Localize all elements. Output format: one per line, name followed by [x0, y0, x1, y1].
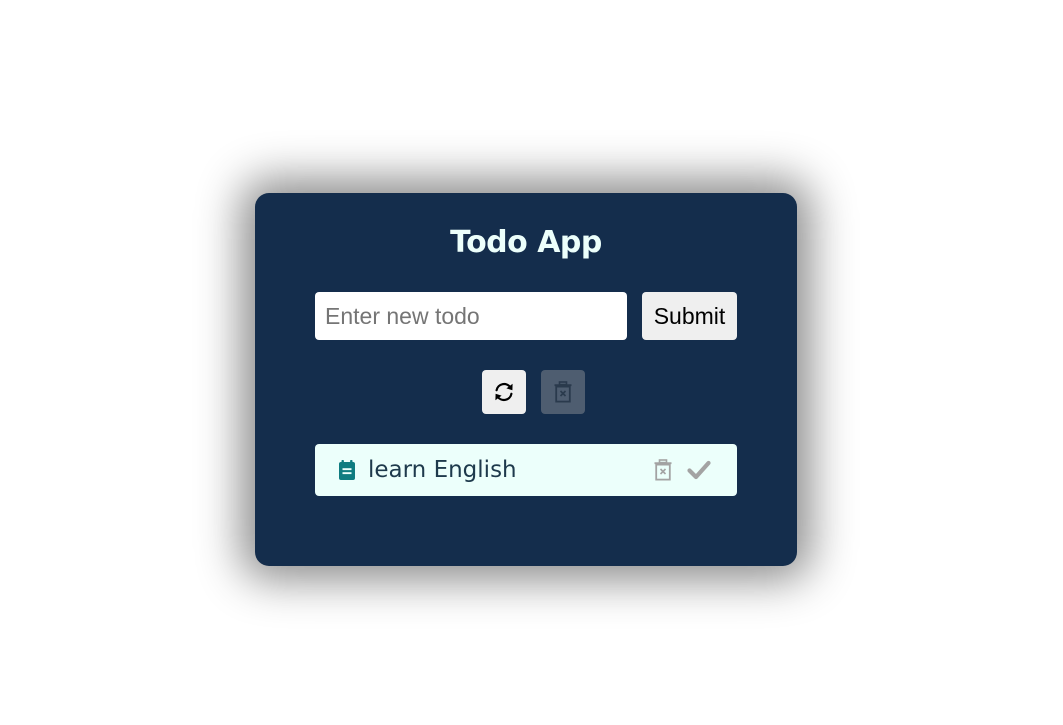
trash-x-icon[interactable]	[653, 459, 673, 481]
submit-button[interactable]: Submit	[642, 292, 737, 340]
refresh-icon	[495, 382, 513, 402]
refresh-button[interactable]	[482, 370, 526, 414]
clear-all-button[interactable]	[541, 370, 585, 414]
todo-text: learn English	[368, 457, 517, 483]
check-icon[interactable]	[687, 460, 711, 480]
todo-list-item: learn English	[315, 444, 737, 496]
new-todo-input[interactable]	[315, 292, 627, 340]
clipboard-icon	[339, 460, 355, 480]
app-title: Todo App	[450, 225, 602, 260]
todo-app-card: Todo App Submit learn English	[255, 193, 797, 566]
trash-x-icon	[554, 381, 572, 403]
